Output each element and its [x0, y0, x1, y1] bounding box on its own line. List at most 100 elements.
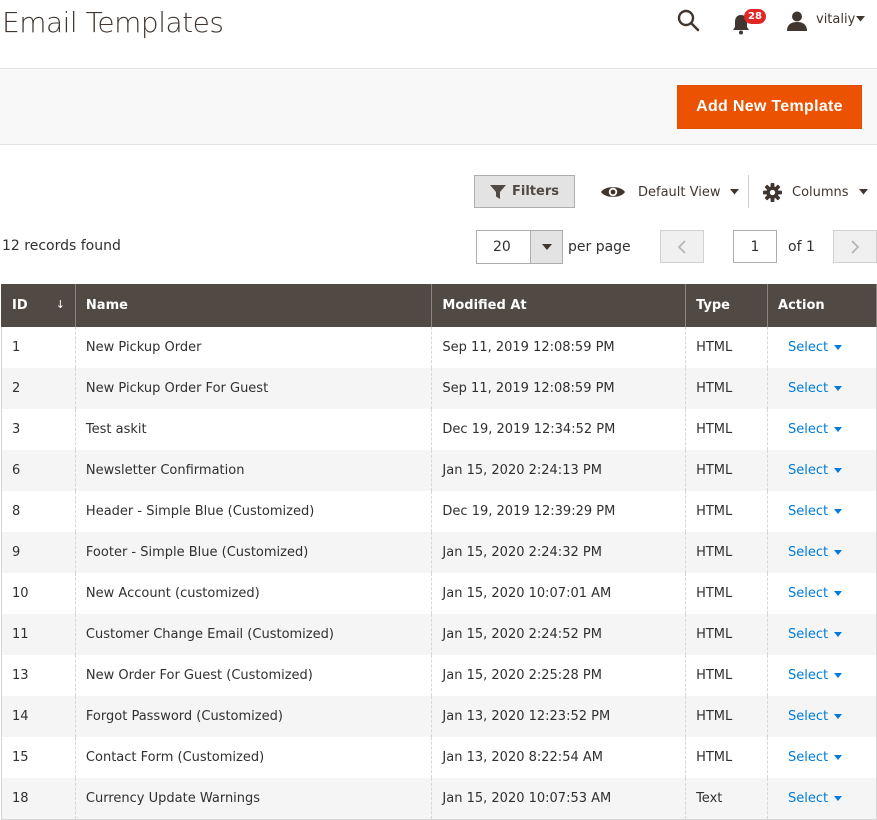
cell-modified-at: Jan 15, 2020 2:24:13 PM: [431, 450, 687, 491]
action-select-dropdown[interactable]: Select: [778, 545, 843, 560]
action-select-label: Select: [788, 422, 829, 437]
cell-type: HTML: [685, 655, 769, 696]
cell-type: HTML: [685, 450, 769, 491]
cell-id: 2: [1, 368, 76, 409]
column-header-type[interactable]: Type: [685, 284, 769, 327]
column-header-modified-at[interactable]: Modified At: [431, 284, 687, 327]
action-select-dropdown[interactable]: Select: [778, 422, 843, 437]
action-select-dropdown[interactable]: Select: [778, 586, 843, 601]
column-header-name[interactable]: Name: [74, 284, 433, 327]
cell-action: Select: [767, 450, 877, 491]
cell-id: 1: [1, 327, 76, 368]
cell-action: Select: [767, 409, 877, 450]
columns-button[interactable]: Columns: [763, 178, 868, 206]
filters-button[interactable]: Filters: [474, 175, 575, 208]
cell-action: Select: [767, 614, 877, 655]
action-select-label: Select: [788, 586, 829, 601]
action-select-label: Select: [788, 668, 829, 683]
table-row[interactable]: 10 New Account (customized) Jan 15, 2020 1…: [1, 573, 877, 614]
table-row[interactable]: 18 Currency Update Warnings Jan 15, 2020 1…: [1, 778, 877, 820]
cell-modified-at: Jan 15, 2020 2:24:52 PM: [431, 614, 687, 655]
cell-modified-at: Jan 13, 2020 8:22:54 AM: [431, 737, 687, 778]
notifications-button[interactable]: 28: [730, 8, 770, 36]
action-select-label: Select: [788, 709, 829, 724]
search-button[interactable]: [676, 8, 702, 34]
next-page-button[interactable]: [833, 230, 877, 263]
cell-id: 8: [1, 491, 76, 532]
search-icon: [677, 9, 700, 32]
action-select-dropdown[interactable]: Select: [778, 381, 843, 396]
table-row[interactable]: 14 Forgot Password (Customized) Jan 13, 20…: [1, 696, 877, 737]
table-row[interactable]: 11 Customer Change Email (Customized) Jan …: [1, 614, 877, 655]
previous-page-button[interactable]: [660, 230, 704, 263]
cell-type: HTML: [685, 614, 769, 655]
cell-action: Select: [767, 778, 877, 820]
filters-label: Filters: [512, 184, 559, 199]
column-header-id[interactable]: ID ↓: [1, 284, 76, 327]
filter-icon: [490, 184, 506, 199]
cell-name: New Account (customized): [74, 573, 433, 614]
table-row[interactable]: 15 Contact Form (Customized) Jan 13, 2020 …: [1, 737, 877, 778]
cell-id: 18: [1, 778, 76, 820]
table-row[interactable]: 6 Newsletter Confirmation Jan 15, 2020 2:2…: [1, 450, 877, 491]
action-select-dropdown[interactable]: Select: [778, 463, 843, 478]
gear-icon: [763, 182, 782, 202]
cell-type: HTML: [685, 737, 769, 778]
cell-name: New Pickup Order: [74, 327, 433, 368]
notification-count-badge: 28: [744, 9, 766, 24]
cell-type: HTML: [685, 696, 769, 737]
add-new-template-button[interactable]: Add New Template: [677, 85, 862, 129]
table-row[interactable]: 13 New Order For Guest (Customized) Jan 15…: [1, 655, 877, 696]
action-select-dropdown[interactable]: Select: [778, 627, 843, 642]
user-menu-button[interactable]: vitaliy: [786, 8, 866, 34]
cell-id: 3: [1, 409, 76, 450]
toolbar-divider: [748, 175, 749, 208]
cell-name: Forgot Password (Customized): [74, 696, 433, 737]
cell-type: HTML: [685, 409, 769, 450]
caret-down-icon: [834, 468, 843, 473]
per-page-toggle[interactable]: [530, 231, 562, 263]
cell-name: New Order For Guest (Customized): [74, 655, 433, 696]
table-row[interactable]: 9 Footer - Simple Blue (Customized) Jan 15…: [1, 532, 877, 573]
eye-icon: [601, 187, 625, 197]
per-page-label: per page: [568, 239, 631, 255]
table-row[interactable]: 3 Test askit Dec 19, 2019 12:34:52 PM HTML S…: [1, 409, 877, 450]
records-found-count: 12 records found: [2, 238, 121, 254]
action-select-dropdown[interactable]: Select: [778, 668, 843, 683]
per-page-select[interactable]: 20: [476, 230, 563, 264]
action-select-dropdown[interactable]: Select: [778, 504, 843, 519]
view-switcher[interactable]: Default View: [600, 178, 740, 206]
cell-modified-at: Sep 11, 2019 12:08:59 PM: [431, 368, 687, 409]
page-header: Email Templates 28 vitaliy: [0, 0, 877, 68]
action-select-dropdown[interactable]: Select: [778, 340, 843, 355]
action-select-dropdown[interactable]: Select: [778, 709, 843, 724]
caret-down-icon: [834, 550, 843, 555]
columns-label: Columns: [792, 184, 849, 200]
caret-down-icon: [858, 189, 868, 195]
current-page-input[interactable]: [733, 230, 777, 263]
action-select-label: Select: [788, 627, 829, 642]
caret-down-icon: [730, 189, 740, 195]
action-select-dropdown[interactable]: Select: [778, 750, 843, 765]
cell-name: Footer - Simple Blue (Customized): [74, 532, 433, 573]
action-select-label: Select: [788, 381, 829, 396]
cell-modified-at: Dec 19, 2019 12:34:52 PM: [431, 409, 687, 450]
table-row[interactable]: 2 New Pickup Order For Guest Sep 11, 2019 …: [1, 368, 877, 409]
cell-name: Test askit: [74, 409, 433, 450]
cell-modified-at: Dec 19, 2019 12:39:29 PM: [431, 491, 687, 532]
cell-id: 15: [1, 737, 76, 778]
cell-modified-at: Sep 11, 2019 12:08:59 PM: [431, 327, 687, 368]
cell-id: 6: [1, 450, 76, 491]
sort-arrow-icon: ↓: [55, 298, 65, 311]
caret-down-icon: [834, 509, 843, 514]
cell-id: 13: [1, 655, 76, 696]
cell-type: HTML: [685, 491, 769, 532]
action-select-dropdown[interactable]: Select: [778, 791, 843, 806]
grid-header-row: ID ↓ Name Modified At Type Action: [1, 284, 877, 327]
caret-down-icon: [834, 386, 843, 391]
table-row[interactable]: 1 New Pickup Order Sep 11, 2019 12:08:59 P…: [1, 327, 877, 368]
page-title: Email Templates: [2, 6, 224, 39]
cell-modified-at: Jan 15, 2020 10:07:01 AM: [431, 573, 687, 614]
cell-type: HTML: [685, 532, 769, 573]
table-row[interactable]: 8 Header - Simple Blue (Customized) Dec 19…: [1, 491, 877, 532]
